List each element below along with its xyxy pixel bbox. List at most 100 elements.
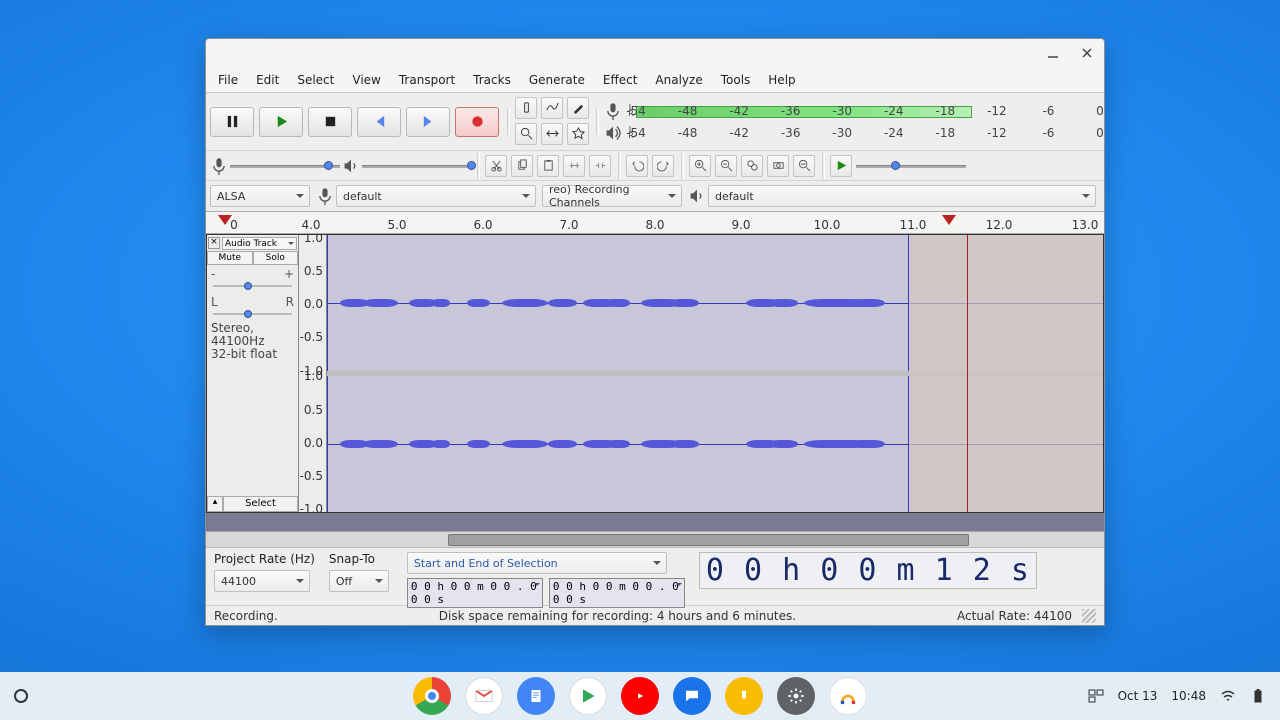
youtube-icon[interactable] <box>621 677 659 715</box>
pause-button[interactable] <box>210 107 254 137</box>
track-select-button[interactable]: Select <box>223 496 298 512</box>
fit-selection-button[interactable] <box>741 155 763 177</box>
audacity-icon[interactable] <box>829 677 867 715</box>
app-window: FileEditSelectViewTransportTracksGenerat… <box>205 38 1105 626</box>
track-control-panel[interactable]: × Audio Track Mute Solo -+ LR Stereo, 44… <box>207 235 299 512</box>
status-bar: Recording. Disk space remaining for reco… <box>206 605 1104 625</box>
mic-vol-icon <box>210 157 228 175</box>
audio-clip[interactable] <box>327 235 909 371</box>
gain-max-label: + <box>284 267 294 281</box>
close-button[interactable] <box>1078 44 1096 62</box>
play-store-icon[interactable] <box>569 677 607 715</box>
recording-device-dropdown[interactable]: default <box>336 185 536 207</box>
battery-icon[interactable] <box>1250 688 1266 704</box>
zoom-in-button[interactable] <box>689 155 711 177</box>
zoom-toggle-button[interactable] <box>793 155 815 177</box>
collapse-button[interactable]: ▴ <box>207 496 223 512</box>
paste-button[interactable] <box>537 155 559 177</box>
selection-end-field[interactable]: 0 0 h 0 0 m 0 0 . 0 0 0 s <box>549 578 685 608</box>
menu-tools[interactable]: Tools <box>713 70 759 90</box>
gmail-icon[interactable] <box>465 677 503 715</box>
zoom-tool[interactable] <box>515 123 537 145</box>
trim-button[interactable] <box>563 155 585 177</box>
envelope-tool[interactable] <box>541 97 563 119</box>
waveform-area[interactable] <box>327 235 1103 512</box>
resize-grip-icon[interactable] <box>1082 609 1096 623</box>
redo-button[interactable] <box>652 155 674 177</box>
tray-time: 10:48 <box>1171 689 1206 703</box>
stop-button[interactable] <box>308 107 352 137</box>
fit-project-button[interactable] <box>767 155 789 177</box>
draw-tool[interactable] <box>567 97 589 119</box>
overview-icon[interactable] <box>1088 688 1104 704</box>
chrome-icon[interactable] <box>413 677 451 715</box>
menu-analyze[interactable]: Analyze <box>647 70 710 90</box>
play-button[interactable] <box>259 107 303 137</box>
keep-icon[interactable] <box>725 677 763 715</box>
system-tray[interactable]: Oct 13 10:48 <box>1088 688 1266 704</box>
timeshift-tool[interactable] <box>541 123 563 145</box>
selection-tool[interactable] <box>515 97 537 119</box>
tracks-gutter <box>206 513 1104 531</box>
menubar: FileEditSelectViewTransportTracksGenerat… <box>206 67 1104 93</box>
track-format-label: Stereo, 44100Hz32-bit float <box>207 321 298 364</box>
project-rate-dropdown[interactable]: 44100 <box>214 570 310 592</box>
menu-transport[interactable]: Transport <box>391 70 463 90</box>
taskbar: Oct 13 10:48 <box>0 672 1280 720</box>
menu-help[interactable]: Help <box>760 70 803 90</box>
copy-button[interactable] <box>511 155 533 177</box>
cut-button[interactable] <box>485 155 507 177</box>
playback-volume-slider[interactable] <box>362 159 472 173</box>
skip-start-button[interactable] <box>357 107 401 137</box>
menu-effect[interactable]: Effect <box>595 70 646 90</box>
skip-end-button[interactable] <box>406 107 450 137</box>
zoom-out-button[interactable] <box>715 155 737 177</box>
mic-icon <box>604 102 622 120</box>
menu-select[interactable]: Select <box>289 70 342 90</box>
multi-tool[interactable] <box>567 123 589 145</box>
snap-to-dropdown[interactable]: Off <box>329 570 389 592</box>
status-actual-rate: Actual Rate: 44100 <box>957 609 1072 623</box>
record-button[interactable] <box>455 107 499 137</box>
speaker-vol-icon <box>342 157 360 175</box>
selection-start-field[interactable]: 0 0 h 0 0 m 0 0 . 0 0 0 s <box>407 578 543 608</box>
speaker-icon <box>604 124 622 142</box>
pan-slider[interactable] <box>211 309 294 319</box>
messages-icon[interactable] <box>673 677 711 715</box>
playback-device-dropdown[interactable]: default <box>708 185 1096 207</box>
recording-channels-dropdown[interactable]: reo) Recording Channels <box>542 185 682 207</box>
settings-icon[interactable] <box>777 677 815 715</box>
audio-clip[interactable] <box>327 376 909 512</box>
status-disk-space: Disk space remaining for recording: 4 ho… <box>278 609 957 623</box>
play-at-speed-button[interactable] <box>830 155 852 177</box>
track-close-button[interactable]: × <box>208 237 220 249</box>
menu-view[interactable]: View <box>344 70 388 90</box>
pan-left-label: L <box>211 295 218 309</box>
amplitude-scale: 1.00.50.0-0.5-1.01.00.50.0-0.5-1.0 <box>299 235 327 512</box>
wifi-icon[interactable] <box>1220 688 1236 704</box>
menu-file[interactable]: File <box>210 70 246 90</box>
timeline-ruler[interactable]: 04.05.06.07.08.09.010.011.012.013.0 <box>206 212 1104 234</box>
solo-button[interactable]: Solo <box>253 251 299 265</box>
snap-to-label: Snap-To <box>329 552 393 566</box>
play-end-marker-icon[interactable] <box>942 215 956 232</box>
undo-button[interactable] <box>626 155 648 177</box>
menu-tracks[interactable]: Tracks <box>465 70 519 90</box>
menu-generate[interactable]: Generate <box>521 70 593 90</box>
track-menu-dropdown[interactable]: Audio Track <box>222 237 297 250</box>
recording-volume-slider[interactable] <box>230 159 340 173</box>
mute-button[interactable]: Mute <box>207 251 253 265</box>
menu-edit[interactable]: Edit <box>248 70 287 90</box>
gain-slider[interactable] <box>211 281 294 291</box>
audio-host-dropdown[interactable]: ALSA <box>210 185 310 207</box>
selection-mode-dropdown[interactable]: Start and End of Selection <box>407 552 667 574</box>
silence-button[interactable] <box>589 155 611 177</box>
docs-icon[interactable] <box>517 677 555 715</box>
minimize-button[interactable] <box>1044 44 1062 62</box>
horizontal-scrollbar[interactable] <box>206 531 1104 547</box>
launcher-button[interactable] <box>14 689 28 703</box>
selection-toolbar: Project Rate (Hz) 44100 Snap-To Off Star… <box>206 547 1104 605</box>
audio-position-display[interactable]: 0 0 h 0 0 m 1 2 s <box>699 552 1037 589</box>
mic-device-icon <box>316 187 334 205</box>
playback-speed-slider[interactable] <box>856 159 966 173</box>
